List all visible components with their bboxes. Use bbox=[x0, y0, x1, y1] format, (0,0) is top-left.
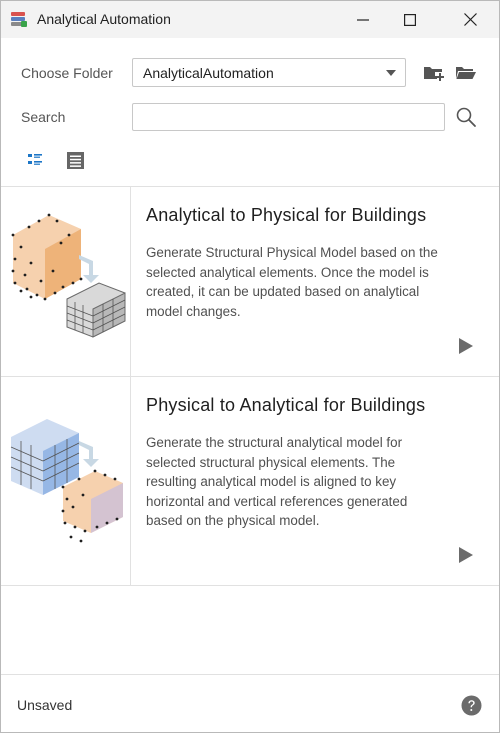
play-icon bbox=[459, 547, 473, 563]
folder-select-value: AnalyticalAutomation bbox=[143, 65, 274, 81]
list-detailed-icon bbox=[28, 154, 42, 165]
new-folder-button[interactable] bbox=[422, 62, 446, 84]
search-input[interactable] bbox=[132, 103, 445, 131]
divider bbox=[1, 585, 499, 586]
search-icon bbox=[456, 107, 476, 127]
window-title: Analytical Automation bbox=[37, 11, 171, 27]
automation-title: Analytical to Physical for Buildings bbox=[146, 205, 427, 225]
minimize-icon bbox=[357, 18, 369, 21]
list-compact-icon bbox=[66, 151, 84, 169]
detailed-list-view-button[interactable] bbox=[25, 150, 45, 170]
description-line: resulting analytical model is aligned to… bbox=[146, 474, 397, 489]
description-line: selected analytical elements. Once the m… bbox=[146, 264, 429, 280]
title-bar[interactable]: Analytical Automation bbox=[1, 1, 499, 38]
play-icon bbox=[459, 338, 473, 354]
description-line: created, it can be updated based on anal… bbox=[146, 284, 420, 299]
automation-title: Physical to Analytical for Buildings bbox=[146, 395, 426, 415]
choose-folder-label: Choose Folder bbox=[21, 65, 113, 81]
maximize-icon bbox=[404, 13, 416, 26]
folder-select[interactable]: AnalyticalAutomation bbox=[132, 58, 406, 87]
automation-thumbnail bbox=[1, 377, 131, 585]
description-line: model changes. bbox=[146, 303, 241, 319]
maximize-button[interactable] bbox=[387, 1, 433, 38]
minimize-button[interactable] bbox=[340, 1, 386, 38]
automation-description: Generate Structural Physical Model based… bbox=[146, 243, 486, 321]
run-button[interactable] bbox=[457, 337, 475, 355]
description-line: selected structural physical elements. T… bbox=[146, 454, 396, 470]
physical-to-analytical-illustration bbox=[10, 419, 123, 543]
search-button[interactable] bbox=[454, 105, 478, 129]
folder-open-icon bbox=[456, 67, 476, 79]
close-button[interactable] bbox=[447, 1, 493, 38]
search-label: Search bbox=[21, 109, 66, 125]
analytical-automation-window: Analytical Automation Choose Folder Anal… bbox=[0, 0, 500, 733]
chevron-down-icon bbox=[386, 70, 396, 76]
open-folder-button[interactable] bbox=[454, 62, 478, 84]
help-icon bbox=[461, 695, 482, 716]
automation-thumbnail bbox=[1, 187, 131, 376]
description-line: horizontal and vertical references gener… bbox=[146, 493, 408, 509]
compact-list-view-button[interactable] bbox=[64, 149, 86, 171]
status-text: Unsaved bbox=[17, 697, 73, 713]
help-button[interactable] bbox=[461, 695, 482, 716]
close-icon bbox=[463, 13, 477, 26]
description-line: based on the physical model. bbox=[146, 513, 320, 528]
footer-divider bbox=[1, 674, 499, 675]
analytical-to-physical-illustration bbox=[11, 213, 126, 338]
description-line: Generate Structural Physical Model based… bbox=[146, 245, 438, 260]
description-line: Generate the structural analytical model… bbox=[146, 435, 403, 450]
automation-description: Generate the structural analytical model… bbox=[146, 433, 486, 531]
app-icon bbox=[11, 12, 27, 27]
run-button[interactable] bbox=[457, 546, 475, 564]
automation-card[interactable]: Physical to Analytical for Buildings Gen… bbox=[1, 377, 499, 585]
folder-add-icon bbox=[424, 67, 444, 81]
automation-card[interactable]: Analytical to Physical for Buildings Gen… bbox=[1, 187, 499, 376]
